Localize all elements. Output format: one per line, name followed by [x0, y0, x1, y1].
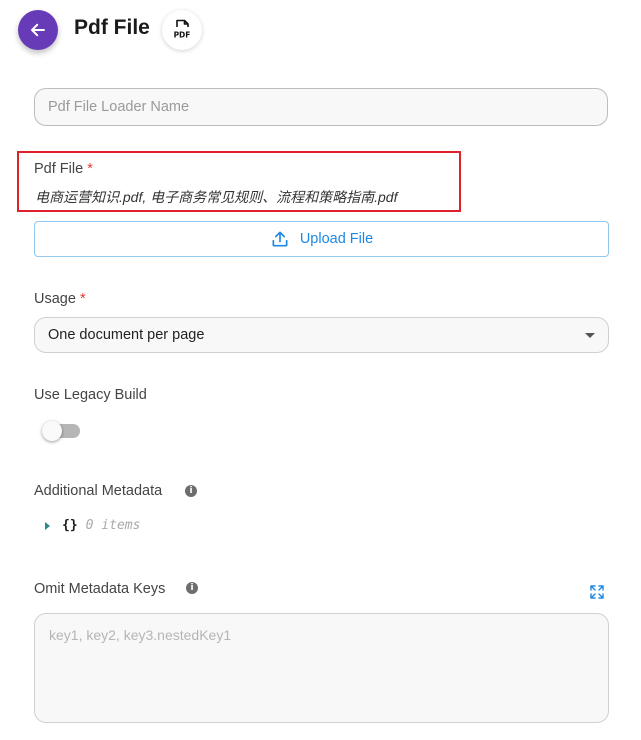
- legacy-build-label: Use Legacy Build: [34, 387, 147, 403]
- omit-metadata-keys-textarea[interactable]: [34, 613, 609, 723]
- required-mark: *: [87, 161, 93, 177]
- omit-metadata-keys-label: Omit Metadata Keys: [34, 581, 166, 597]
- json-editor[interactable]: {} 0 items: [45, 518, 140, 533]
- page-title: Pdf File: [74, 16, 150, 39]
- additional-metadata-label: Additional Metadata: [34, 483, 163, 499]
- pdf-node-badge: PDF: [162, 10, 202, 50]
- json-braces: {}: [62, 518, 78, 533]
- required-mark: *: [79, 291, 86, 307]
- expand-triangle-icon[interactable]: [45, 521, 50, 530]
- toggle-thumb: [42, 421, 62, 441]
- selected-file-names: 电商运营知识.pdf, 电子商务常见规则、流程和策略指南.pdf: [35, 189, 398, 205]
- pdf-icon: PDF: [174, 19, 191, 40]
- back-button[interactable]: [18, 10, 58, 50]
- info-icon[interactable]: i: [186, 582, 198, 594]
- caret-down-icon: [585, 332, 595, 338]
- info-icon[interactable]: i: [185, 485, 197, 497]
- upload-file-label: Upload File: [299, 231, 374, 247]
- loader-name-input[interactable]: [34, 88, 608, 126]
- expand-icon[interactable]: [590, 585, 604, 599]
- usage-label: Usage *: [34, 291, 86, 307]
- arrow-left-icon: [31, 23, 45, 37]
- pdf-file-label: Pdf File *: [34, 161, 93, 177]
- pdf-badge-text: PDF: [174, 31, 191, 40]
- usage-select[interactable]: One document per page: [34, 317, 609, 353]
- usage-selected-value: One document per page: [48, 327, 205, 343]
- upload-icon: [272, 231, 288, 247]
- upload-file-button[interactable]: Upload File: [34, 221, 609, 257]
- json-item-count: 0 items: [85, 518, 141, 533]
